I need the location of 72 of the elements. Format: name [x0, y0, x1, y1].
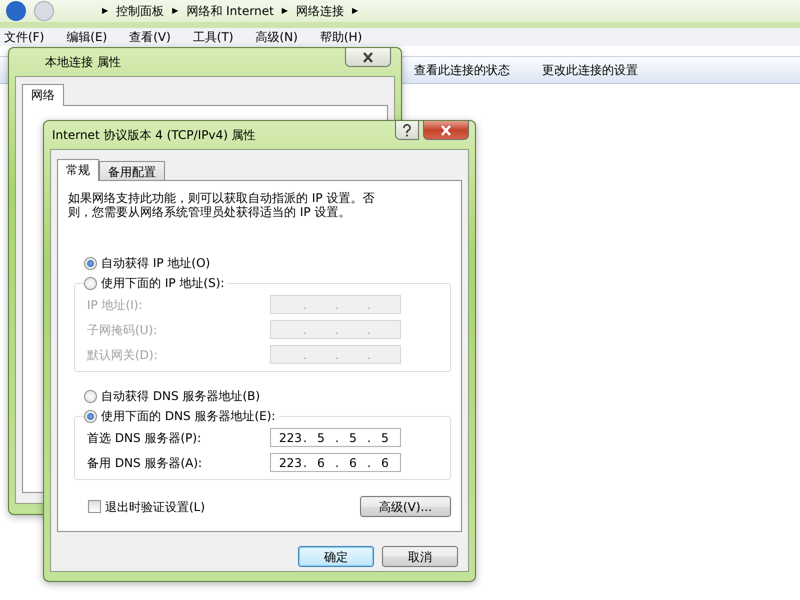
radio-button[interactable]	[84, 390, 97, 402]
octet-value: 5	[348, 430, 358, 446]
octet-value: 5	[316, 430, 326, 446]
breadcrumb-arrow[interactable]: ▶	[102, 5, 108, 17]
checkbox-label[interactable]: 退出时验证设置(L)	[105, 498, 206, 516]
menu-item[interactable]: 文件(F)	[4, 28, 44, 46]
dot-separator: .	[302, 346, 308, 364]
breadcrumb-item[interactable]: 网络连接	[296, 2, 344, 20]
dot-separator: .	[334, 430, 340, 446]
window-title: 本地连接 属性	[45, 54, 121, 71]
menu-item[interactable]: 编辑(E)	[66, 28, 108, 46]
back-button[interactable]	[6, 1, 26, 21]
dot-separator: .	[366, 454, 372, 472]
dot-separator: .	[302, 454, 308, 472]
octet-value: 6	[348, 454, 358, 472]
radio-button[interactable]	[84, 410, 97, 422]
advanced-button[interactable]: 高级(V)...	[360, 496, 451, 517]
breadcrumb-item[interactable]: 网络和 Internet	[186, 2, 274, 20]
toolbar-item[interactable]: 更改此连接的设置	[542, 61, 638, 79]
field-label: 首选 DNS 服务器(P):	[87, 430, 202, 446]
octet-value: 223	[279, 454, 299, 472]
close-icon	[440, 124, 452, 136]
help-button[interactable]	[395, 121, 419, 140]
octet-value: 6	[380, 454, 390, 472]
breadcrumb-arrow[interactable]: ▶	[172, 5, 178, 17]
dot-separator: .	[302, 322, 308, 338]
field-label: 子网掩码(U):	[87, 322, 158, 338]
dot-separator: .	[302, 430, 308, 446]
menu-item[interactable]: 工具(T)	[192, 28, 234, 46]
radio-button[interactable]	[84, 256, 97, 270]
dot-separator: .	[334, 322, 340, 338]
dot-separator: .	[366, 322, 372, 338]
tab[interactable]: 网络	[22, 84, 64, 106]
breadcrumb-arrow[interactable]: ▶	[282, 5, 288, 17]
octet-value: 5	[380, 430, 390, 446]
dot-separator: .	[334, 296, 340, 314]
ip-address-field[interactable]: 223. 6 . 6 . 6	[270, 453, 401, 472]
close-button[interactable]	[345, 48, 391, 67]
question-mark-icon	[402, 124, 412, 138]
field-label: 备用 DNS 服务器(A):	[87, 454, 204, 472]
tab[interactable]: 常规	[57, 159, 99, 181]
forward-button[interactable]	[34, 1, 54, 21]
toolbar-item[interactable]: 查看此连接的状态	[414, 61, 510, 79]
ok-button[interactable]: 确定	[298, 546, 374, 567]
menu-item[interactable]: 高级(N)	[256, 28, 298, 46]
radio-label[interactable]: 自动获得 IP 地址(O)	[101, 254, 210, 272]
radio-label[interactable]: 使用下面的 DNS 服务器地址(E):	[101, 407, 276, 425]
close-button[interactable]	[423, 121, 469, 140]
dot-separator: .	[302, 296, 308, 314]
field-label: IP 地址(I):	[87, 296, 144, 314]
dot-separator: .	[334, 346, 340, 364]
octet-value: 223	[279, 430, 299, 446]
radio-label[interactable]: 使用下面的 IP 地址(S):	[101, 274, 224, 292]
tab[interactable]: 备用配置	[99, 161, 165, 180]
dot-separator: .	[366, 346, 372, 364]
ip-address-field[interactable]: 223. 5 . 5 . 5	[270, 428, 401, 447]
menu-item[interactable]: 查看(V)	[129, 28, 171, 46]
menu-item[interactable]: 帮助(H)	[320, 28, 362, 46]
dot-separator: .	[366, 430, 372, 446]
radio-label[interactable]: 自动获得 DNS 服务器地址(B)	[101, 387, 260, 405]
breadcrumb-item[interactable]: 控制面板	[116, 2, 164, 20]
breadcrumb-arrow[interactable]: ▶	[352, 5, 358, 17]
close-icon	[362, 52, 374, 62]
cancel-button[interactable]: 取消	[382, 546, 458, 567]
description-text: 如果网络支持此功能，则可以获取自动指派的 IP 设置。否则，您需要从网络系统管理员处获得适当的 IP 设置。	[68, 191, 376, 219]
field-label: 默认网关(D):	[87, 346, 159, 364]
checkbox[interactable]	[88, 500, 101, 513]
radio-button[interactable]	[84, 276, 97, 290]
dot-separator: .	[366, 296, 372, 314]
dot-separator: .	[334, 454, 340, 472]
window-title: Internet 协议版本 4 (TCP/IPv4) 属性	[52, 127, 256, 144]
octet-value: 6	[316, 454, 326, 472]
